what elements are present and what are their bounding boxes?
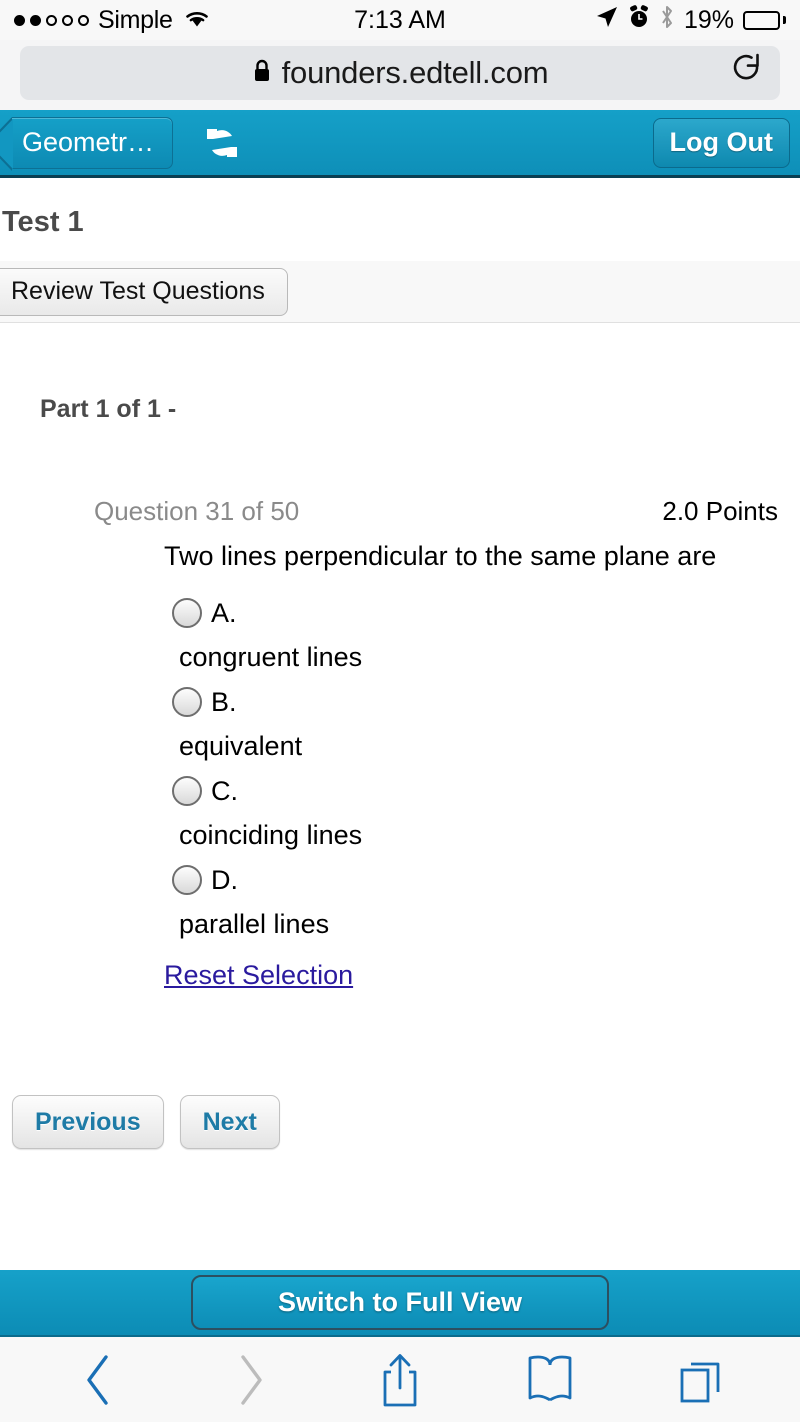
choice-letter-c: C.: [211, 775, 238, 806]
tabs-icon[interactable]: [656, 1345, 746, 1415]
answer-choice-row[interactable]: D.: [172, 857, 800, 903]
app-footer-bar: Switch to Full View: [0, 1270, 800, 1337]
next-button[interactable]: Next: [179, 1095, 280, 1149]
choice-text-b: equivalent: [179, 731, 303, 761]
location-arrow-icon: [595, 5, 619, 36]
status-left-group: Simple: [14, 6, 210, 35]
logout-button-label: Log Out: [669, 127, 773, 157]
question-points-label: 2.0 Points: [662, 496, 778, 526]
reset-selection-link[interactable]: Reset Selection: [164, 960, 353, 991]
answer-choices: A. congruent lines B. equivalent C. coin…: [0, 572, 800, 940]
choice-text-c: coinciding lines: [179, 820, 363, 850]
reset-selection-wrap: Reset Selection: [0, 946, 800, 991]
radio-button-c[interactable]: [172, 776, 202, 806]
url-text: founders.edtell.com: [281, 55, 549, 90]
url-display[interactable]: founders.edtell.com: [20, 55, 780, 91]
review-toolbar: Review Test Questions: [0, 261, 800, 323]
radio-button-a[interactable]: [172, 598, 202, 628]
status-right-group: 19%: [595, 4, 786, 36]
question-pagination: Previous Next: [0, 991, 800, 1149]
answer-choice[interactable]: C. coinciding lines: [172, 768, 800, 851]
question-header: Question 31 of 50 2.0 Points: [0, 424, 800, 527]
choice-letter-b: B.: [211, 686, 237, 717]
choice-text-a: congruent lines: [179, 642, 363, 672]
back-to-course-button[interactable]: Geometr…: [0, 116, 174, 171]
review-test-questions-label: Review Test Questions: [11, 277, 265, 305]
wifi-icon: [184, 6, 210, 35]
radio-button-b[interactable]: [172, 687, 202, 717]
choice-letter-a: A.: [211, 597, 237, 628]
lock-icon: [252, 58, 272, 89]
safari-bottom-toolbar: [0, 1337, 800, 1422]
choice-text-d: parallel lines: [179, 909, 330, 939]
review-test-questions-button[interactable]: Review Test Questions: [0, 267, 288, 316]
browser-forward-button[interactable]: [205, 1345, 295, 1415]
switch-to-full-view-label: Switch to Full View: [277, 1287, 523, 1317]
radio-button-d[interactable]: [172, 865, 202, 895]
phone-screen: Simple 7:13 AM 19% founders.edtell.com G…: [0, 0, 800, 1422]
previous-button[interactable]: Previous: [12, 1095, 164, 1149]
battery-icon: [743, 10, 786, 30]
answer-choice[interactable]: A. congruent lines: [172, 590, 800, 673]
question-number-label: Question 31 of 50: [94, 496, 300, 526]
bookmarks-book-icon[interactable]: [505, 1345, 595, 1415]
answer-choice-row[interactable]: C.: [172, 768, 800, 814]
bluetooth-icon: [659, 5, 675, 36]
answer-choice-row[interactable]: A.: [172, 590, 800, 636]
switch-to-full-view-button[interactable]: Switch to Full View: [191, 1275, 609, 1330]
alarm-clock-icon: [628, 4, 650, 36]
next-button-label: Next: [202, 1107, 257, 1136]
answer-choice[interactable]: B. equivalent: [172, 679, 800, 762]
battery-percent-label: 19%: [683, 5, 734, 34]
part-label: Part 1 of 1 -: [40, 395, 177, 423]
back-button-label: Geometr…: [22, 127, 155, 157]
previous-button-label: Previous: [35, 1107, 141, 1136]
question-text: Two lines perpendicular to the same plan…: [164, 541, 717, 571]
carrier-label: Simple: [98, 5, 173, 34]
choice-letter-d: D.: [211, 864, 238, 895]
page-title: Test 1: [2, 206, 84, 238]
logout-button[interactable]: Log Out: [652, 117, 790, 168]
refresh-icon[interactable]: [201, 122, 243, 164]
answer-choice[interactable]: D. parallel lines: [172, 857, 800, 940]
browser-back-button[interactable]: [54, 1345, 144, 1415]
share-icon[interactable]: [355, 1345, 445, 1415]
reload-icon[interactable]: [730, 52, 764, 95]
app-nav-bar: Geometr… Log Out: [0, 110, 800, 178]
signal-strength-icon: [14, 14, 89, 26]
answer-choice-row[interactable]: B.: [172, 679, 800, 725]
url-bar[interactable]: founders.edtell.com: [20, 46, 780, 100]
safari-url-bar-zone: founders.edtell.com: [0, 40, 800, 110]
ios-status-bar: Simple 7:13 AM 19%: [0, 0, 800, 40]
